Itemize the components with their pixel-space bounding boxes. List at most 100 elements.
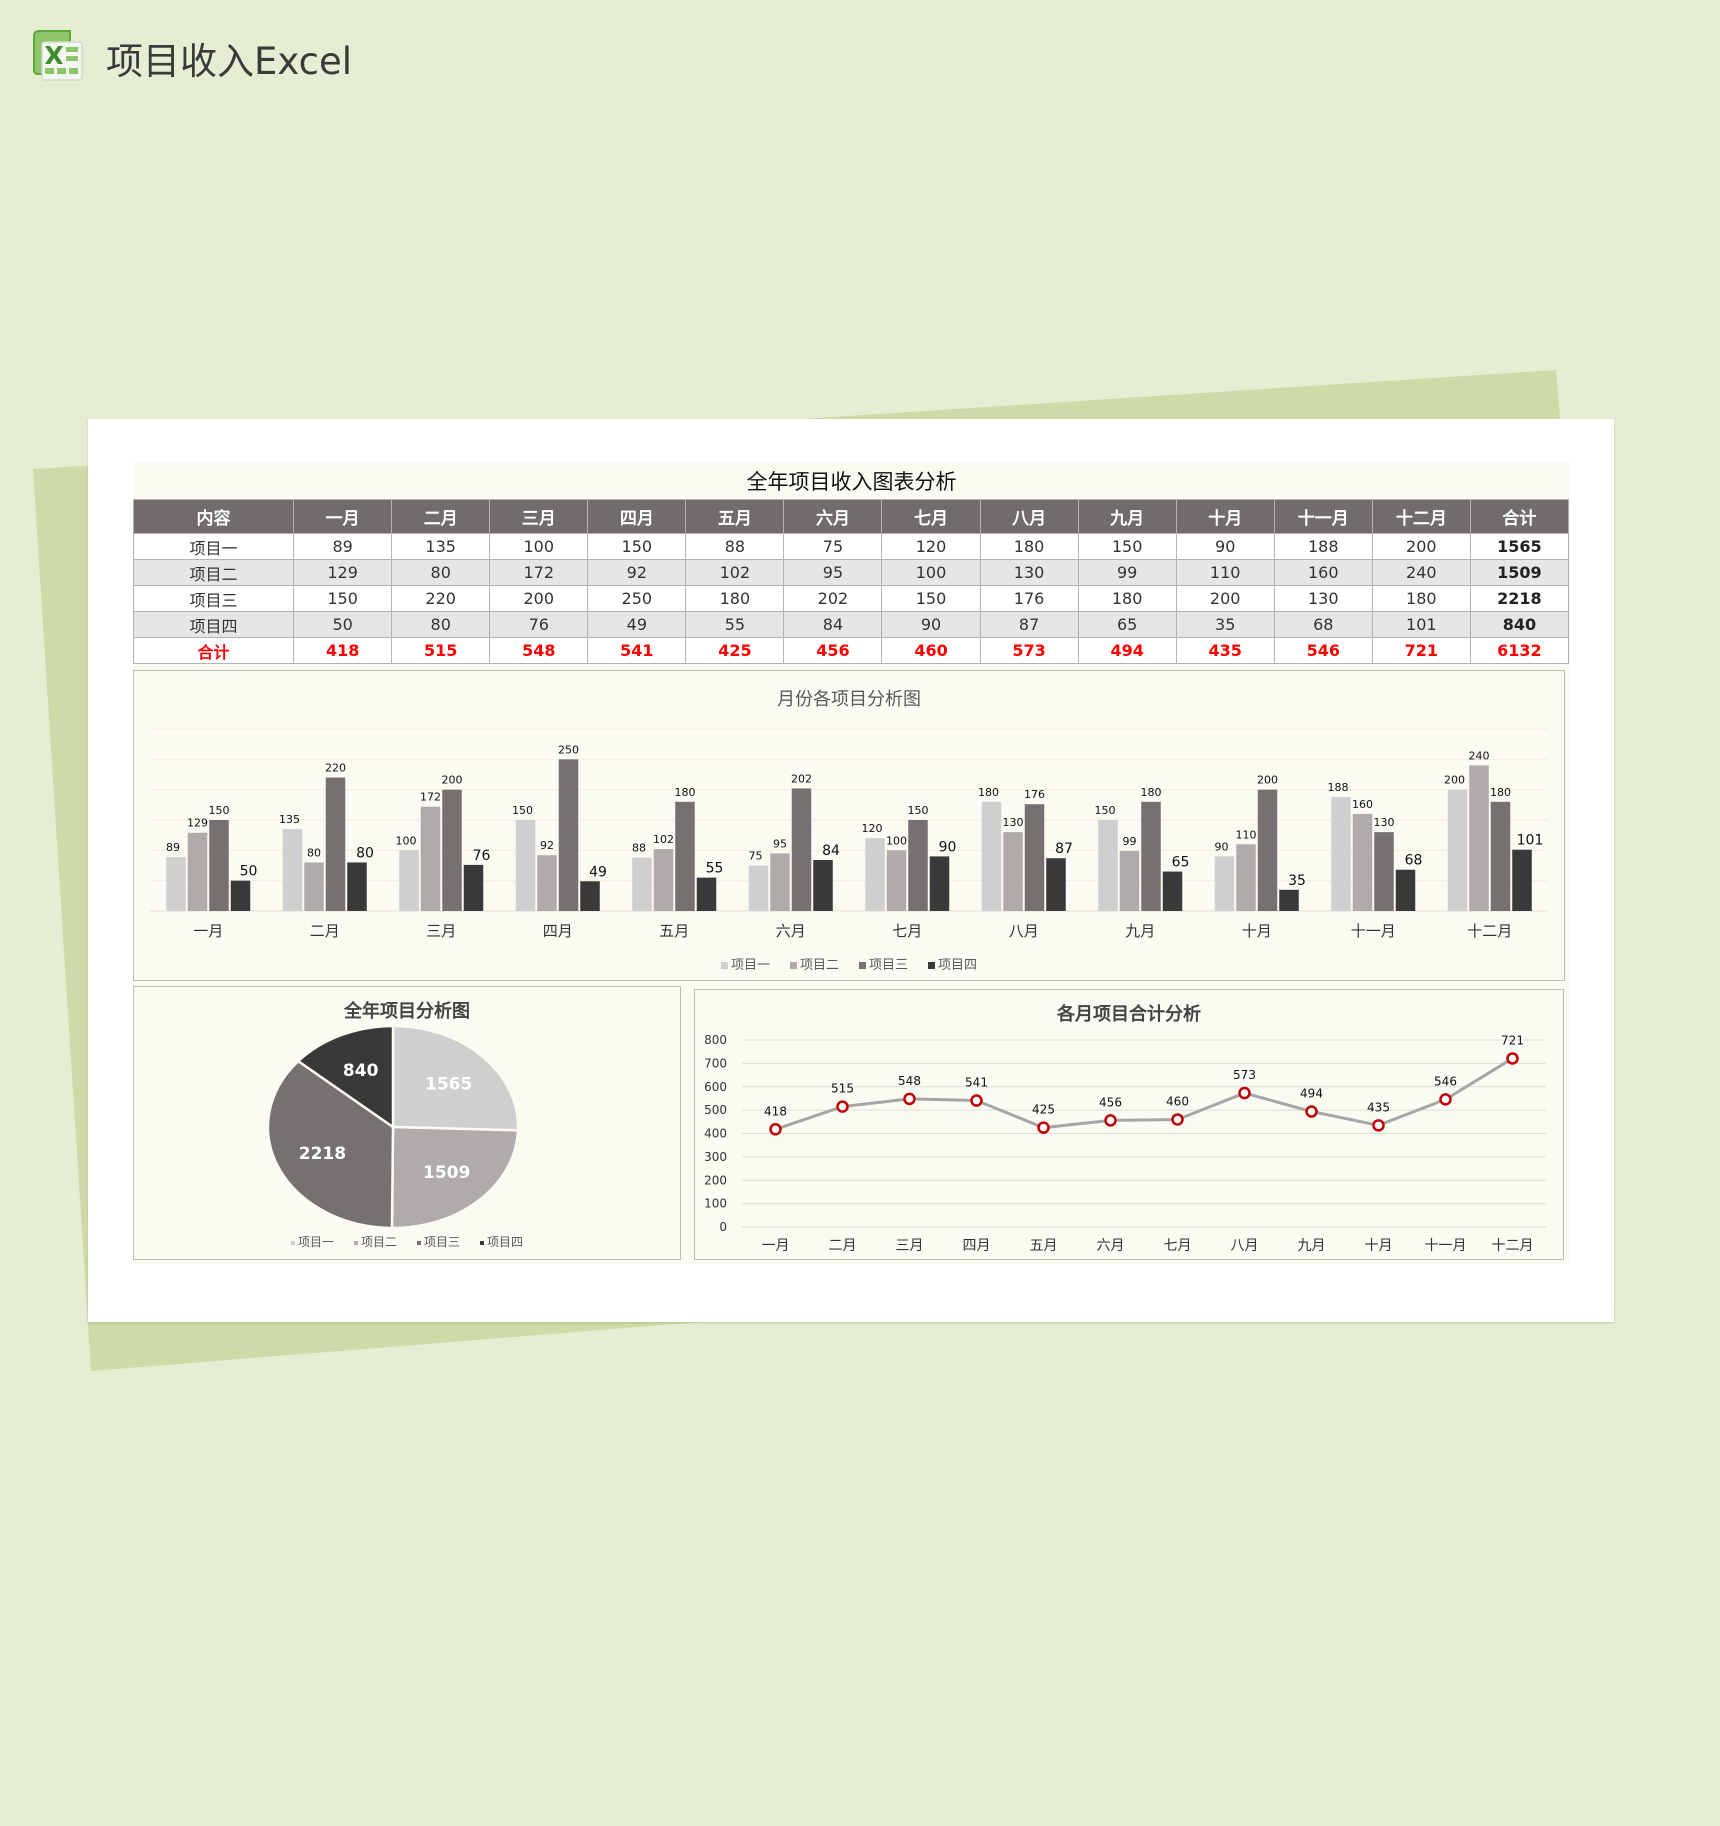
bar xyxy=(886,850,907,911)
data-label: 160 xyxy=(1352,798,1373,811)
x-tick-label: 七月 xyxy=(892,922,922,940)
table-cell: 75 xyxy=(783,533,883,560)
table-header-cell: 内容 xyxy=(132,499,295,534)
bar xyxy=(791,788,812,911)
sum-cell: 541 xyxy=(587,637,687,664)
x-tick-label: 九月 xyxy=(1125,922,1155,940)
income-table: 内容 一月 二月 三月 四月 五月 六月 七月 八月 九月 十月 十一月 十二月 合计 项目一 89 135 1… xyxy=(132,499,1570,664)
bar xyxy=(908,820,928,911)
table-cell: 250 xyxy=(587,585,687,612)
bar xyxy=(1214,856,1235,911)
table-cell: 172 xyxy=(489,559,589,586)
pie-data-label: 840 xyxy=(343,1061,379,1081)
data-label: 494 xyxy=(1300,1087,1323,1101)
data-label: 75 xyxy=(749,850,763,863)
x-tick-label: 三月 xyxy=(896,1238,924,1254)
data-label: 150 xyxy=(908,804,929,817)
x-tick-label: 二月 xyxy=(310,922,340,940)
table-cell: 120 xyxy=(881,533,981,560)
sum-cell: 573 xyxy=(979,637,1079,664)
table-header-cell: 八月 xyxy=(979,499,1079,534)
table-cell: 92 xyxy=(587,559,687,586)
data-label: 418 xyxy=(764,1104,787,1118)
sum-cell: 460 xyxy=(881,637,981,664)
data-label: 172 xyxy=(420,791,441,804)
bar xyxy=(1098,820,1118,911)
data-label: 90 xyxy=(939,839,957,855)
bar xyxy=(1352,813,1373,911)
data-label: 102 xyxy=(653,833,674,846)
legend-swatch xyxy=(480,1240,485,1245)
bar xyxy=(304,862,324,911)
data-label: 89 xyxy=(166,841,180,854)
x-tick-label: 一月 xyxy=(762,1238,790,1254)
table-cell: 55 xyxy=(685,611,785,638)
table-title: 全年项目收入图表分析 xyxy=(746,470,957,494)
table-cell: 180 xyxy=(1371,585,1471,612)
table-cell: 68 xyxy=(1273,611,1373,638)
data-marker xyxy=(1372,1119,1385,1132)
line-chart: 0 100 200 300 400 500 600 700 800 418 515 548 541 425… xyxy=(704,1033,1546,1254)
line-chart-panel: 各月项目合计分析 0 100 200 300 400 500 600 700 800 418 515… xyxy=(694,989,1564,1260)
table-cell: 87 xyxy=(979,611,1079,638)
x-tick-label: 八月 xyxy=(1231,1238,1259,1254)
data-label: 548 xyxy=(898,1074,921,1088)
sum-cell: 435 xyxy=(1175,637,1275,664)
data-label: 546 xyxy=(1434,1074,1457,1088)
row-label: 项目四 xyxy=(132,611,295,638)
bar xyxy=(653,849,674,911)
data-label: 240 xyxy=(1469,749,1490,762)
table-cell: 35 xyxy=(1175,611,1275,638)
legend-swatch xyxy=(928,962,936,969)
table-cell: 180 xyxy=(979,533,1079,560)
data-marker xyxy=(1104,1114,1117,1127)
data-label: 180 xyxy=(1490,786,1511,799)
table-cell: 100 xyxy=(881,559,981,586)
data-label: 150 xyxy=(1095,804,1116,817)
table-cell: 95 xyxy=(783,559,883,586)
data-label: 200 xyxy=(1257,774,1278,787)
bar xyxy=(1024,804,1045,911)
data-label: 435 xyxy=(1367,1100,1390,1114)
x-tick-label: 六月 xyxy=(776,922,806,940)
legend-item: 项目四 xyxy=(480,1233,523,1250)
table-cell: 90 xyxy=(881,611,981,638)
data-marker xyxy=(1238,1086,1251,1100)
data-marker xyxy=(1439,1093,1452,1106)
row-label: 项目一 xyxy=(132,533,295,560)
bar xyxy=(1003,832,1023,911)
sum-cell: 515 xyxy=(391,637,491,664)
legend-swatch xyxy=(353,1240,358,1245)
data-label: 76 xyxy=(473,848,491,864)
data-label: 202 xyxy=(791,772,812,785)
bar xyxy=(1395,869,1416,911)
x-tick-label: 八月 xyxy=(1009,922,1039,940)
legend-label: 项目三 xyxy=(869,958,909,973)
bar xyxy=(1119,850,1140,911)
row-total: 1565 xyxy=(1469,533,1570,560)
row-total: 1509 xyxy=(1469,559,1570,586)
table-cell: 80 xyxy=(391,611,491,638)
data-label: 68 xyxy=(1405,853,1423,869)
legend-label: 项目一 xyxy=(297,1235,334,1249)
data-label: 460 xyxy=(1166,1094,1189,1108)
x-tick-label: 五月 xyxy=(659,922,689,940)
data-label: 100 xyxy=(886,834,907,847)
pie-chart-panel: 全年项目分析图 1565 1509 2218 840 项目一 项目二 项目三 项目四 xyxy=(133,986,681,1260)
data-marker xyxy=(1506,1052,1519,1065)
data-label: 95 xyxy=(773,837,787,850)
bar xyxy=(1469,765,1489,911)
data-label: 456 xyxy=(1099,1095,1122,1109)
sum-cell: 494 xyxy=(1077,637,1177,664)
data-label: 200 xyxy=(1444,774,1465,787)
y-tick-label: 800 xyxy=(704,1033,727,1047)
data-label: 92 xyxy=(540,839,554,852)
legend-label: 项目四 xyxy=(938,958,978,973)
row-label: 项目二 xyxy=(132,559,295,586)
data-label: 90 xyxy=(1215,840,1229,853)
bar xyxy=(748,865,769,911)
x-tick-label: 四月 xyxy=(963,1238,991,1254)
bar xyxy=(1046,858,1066,911)
data-label: 110 xyxy=(1236,828,1257,841)
table-cell: 50 xyxy=(293,611,393,638)
